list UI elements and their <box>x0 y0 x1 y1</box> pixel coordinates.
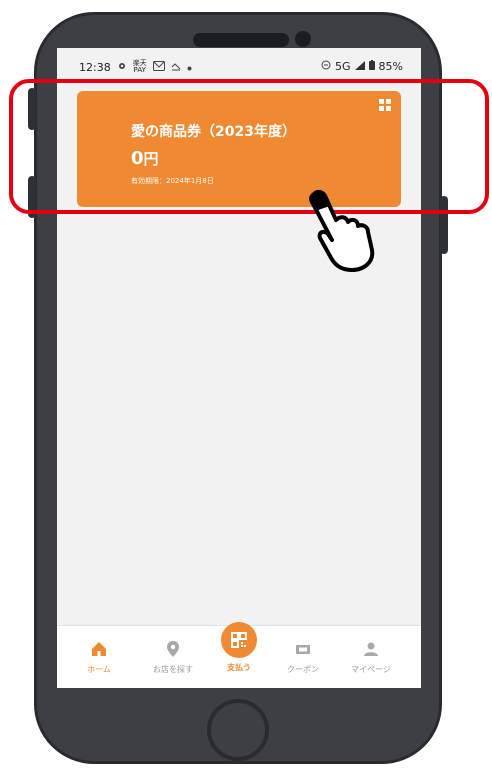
nav-find-store-label: お店を探す <box>153 665 193 674</box>
user-icon <box>364 642 378 656</box>
phone-home-button[interactable] <box>207 699 269 761</box>
notification-dot-icon <box>187 61 192 74</box>
battery-icon <box>368 60 375 73</box>
nav-pay[interactable]: 支払う <box>207 622 271 688</box>
nav-pay-label: 支払う <box>227 663 251 672</box>
pay-notification-icon: 楽天 PAY <box>132 59 147 74</box>
bottom-navigation: ホーム お店を探す 支払う クーポン マイページ <box>57 622 421 688</box>
phone-speaker <box>193 33 289 47</box>
nav-find-store[interactable]: お店を探す <box>141 626 205 688</box>
home-icon <box>92 642 106 656</box>
nav-mypage-label: マイページ <box>351 665 391 674</box>
dnd-icon <box>321 60 331 73</box>
status-bar: 12:38 楽天 PAY 5G 85% <box>57 48 421 82</box>
phone-camera <box>295 31 311 47</box>
highlight-frame <box>9 79 489 214</box>
nav-coupon[interactable]: クーポン <box>271 626 335 688</box>
settings-gear-icon <box>117 61 127 74</box>
network-label: 5G <box>335 60 351 73</box>
mail-icon <box>152 60 165 74</box>
check-chart-icon <box>171 61 181 74</box>
nav-mypage[interactable]: マイページ <box>339 626 403 688</box>
battery-percent: 85% <box>378 60 403 73</box>
pointing-hand-icon <box>308 189 375 272</box>
signal-icon <box>354 60 365 73</box>
status-time: 12:38 <box>79 60 111 74</box>
nav-home-label: ホーム <box>87 665 111 674</box>
qr-pay-icon <box>221 622 257 658</box>
ticket-icon <box>296 645 310 654</box>
location-pin-icon <box>167 641 179 657</box>
nav-home[interactable]: ホーム <box>67 626 131 688</box>
nav-coupon-label: クーポン <box>287 665 319 674</box>
